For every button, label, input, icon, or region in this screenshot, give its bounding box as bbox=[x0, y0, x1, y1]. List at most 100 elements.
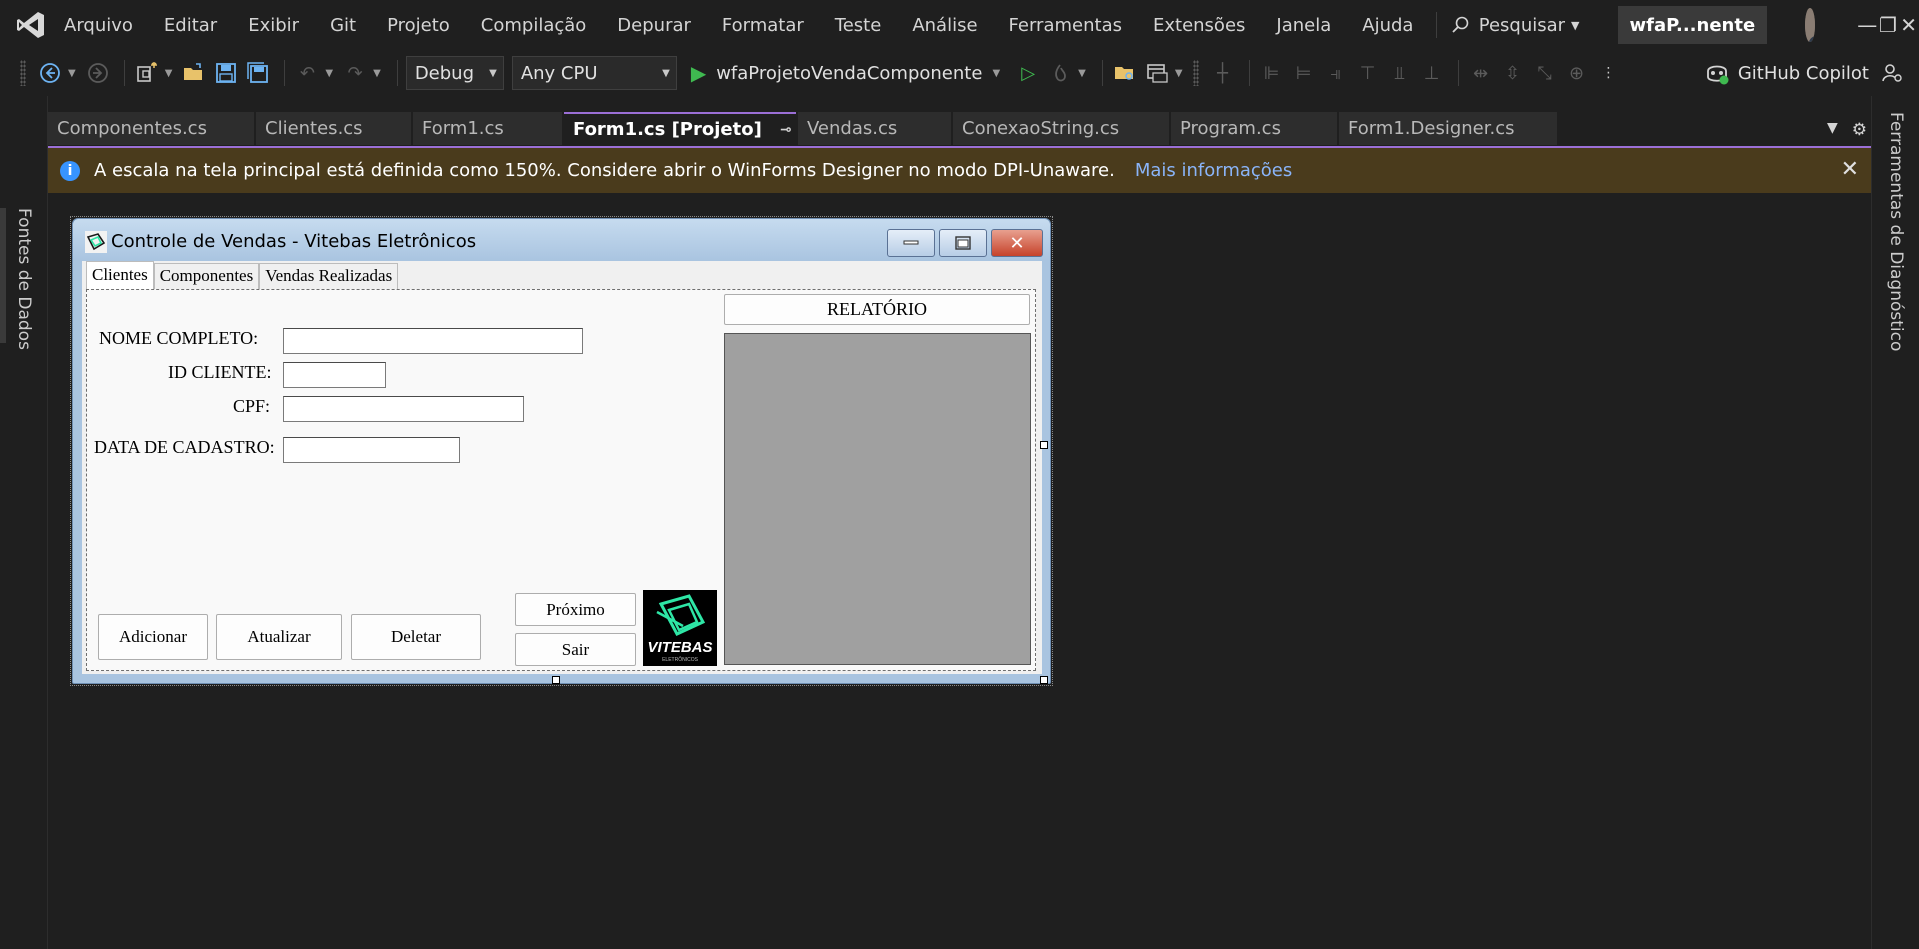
chevron-down-icon[interactable]: ▼ bbox=[992, 68, 1000, 79]
make-same-height-icon[interactable]: ⇳ bbox=[1499, 59, 1527, 87]
gear-icon[interactable]: ⚙ bbox=[1852, 120, 1867, 140]
start-debugging-button[interactable]: ▶ wfaProjetoVendaComponente ▼ bbox=[691, 61, 1008, 85]
menu-extensoes[interactable]: Extensões bbox=[1153, 15, 1245, 36]
logo-text: VITEBAS bbox=[647, 639, 712, 656]
solution-explorer-folder-icon[interactable] bbox=[1111, 59, 1139, 87]
toolbar-grip[interactable] bbox=[1192, 60, 1199, 86]
solution-configuration-select[interactable]: Debug ▼ bbox=[405, 56, 504, 90]
chevron-down-icon[interactable]: ▼ bbox=[325, 68, 333, 79]
form-title: Controle de Vendas - Vitebas Eletrônicos bbox=[111, 231, 477, 252]
menu-ferramentas[interactable]: Ferramentas bbox=[1009, 15, 1122, 36]
menu-git[interactable]: Git bbox=[330, 15, 356, 36]
menu-formatar[interactable]: Formatar bbox=[722, 15, 804, 36]
form-tab-componentes[interactable]: Componentes bbox=[153, 263, 260, 289]
navigate-forward-icon[interactable] bbox=[84, 59, 112, 87]
menu-editar[interactable]: Editar bbox=[164, 15, 217, 36]
chevron-down-icon[interactable]: ▼ bbox=[165, 68, 173, 79]
deletar-button[interactable]: Deletar bbox=[351, 614, 481, 660]
align-to-grid-icon[interactable]: ┼ bbox=[1209, 59, 1237, 87]
align-lefts-icon[interactable]: ⊫ bbox=[1258, 59, 1286, 87]
account-settings-icon[interactable] bbox=[1881, 62, 1903, 84]
avatar[interactable] bbox=[1805, 8, 1815, 42]
proximo-button[interactable]: Próximo bbox=[515, 593, 636, 626]
navigate-back-icon[interactable] bbox=[36, 59, 64, 87]
nome-completo-input[interactable] bbox=[283, 328, 583, 354]
menu-compilacao[interactable]: Compilação bbox=[481, 15, 587, 36]
visual-studio-logo-icon[interactable] bbox=[16, 9, 46, 41]
tab-program-cs[interactable]: Program.cs bbox=[1171, 112, 1337, 145]
chevron-down-icon[interactable]: ▼ bbox=[68, 68, 76, 79]
toolbar-separator bbox=[123, 60, 125, 86]
align-rights-icon[interactable]: ⫣ bbox=[1322, 59, 1350, 87]
resize-handle-bottom[interactable] bbox=[552, 676, 560, 684]
tab-form1-cs[interactable]: Form1.cs bbox=[413, 112, 562, 145]
start-without-debugging-icon[interactable]: ▷ bbox=[1014, 59, 1042, 87]
search-box[interactable]: Pesquisar ▼ bbox=[1451, 15, 1580, 36]
menu-teste[interactable]: Teste bbox=[835, 15, 882, 36]
tab-componentes-cs[interactable]: Componentes.cs bbox=[48, 112, 254, 145]
tab-form1-cs-projeto[interactable]: Form1.cs [Projeto] ⊸ ✕ bbox=[564, 112, 821, 145]
tab-form1-designer-cs[interactable]: Form1.Designer.cs bbox=[1339, 112, 1557, 145]
tab-clientes-cs[interactable]: Clientes.cs bbox=[256, 112, 411, 145]
resize-handle-bottom-right[interactable] bbox=[1040, 676, 1048, 684]
solution-name-badge[interactable]: wfaP...nente bbox=[1617, 6, 1768, 44]
make-same-width-icon[interactable]: ⇹ bbox=[1467, 59, 1495, 87]
atualizar-button[interactable]: Atualizar bbox=[216, 614, 342, 660]
toolbar-grip[interactable] bbox=[20, 60, 26, 86]
menu-janela[interactable]: Janela bbox=[1276, 15, 1331, 36]
close-window-icon[interactable]: ✕ bbox=[1898, 0, 1919, 50]
menu-exibir[interactable]: Exibir bbox=[248, 15, 299, 36]
solution-platform-select[interactable]: Any CPU ▼ bbox=[511, 56, 677, 90]
restore-window-icon[interactable]: ❐ bbox=[1878, 0, 1899, 50]
save-all-icon[interactable] bbox=[244, 59, 272, 87]
toolbar-overflow-icon[interactable]: ⋮ bbox=[1595, 59, 1623, 87]
resize-handle-right[interactable] bbox=[1040, 441, 1048, 449]
more-info-link[interactable]: Mais informações bbox=[1135, 160, 1292, 181]
tab-list-dropdown-icon[interactable]: ▼ bbox=[1827, 120, 1838, 140]
menu-arquivo[interactable]: Arquivo bbox=[64, 15, 133, 36]
menu-projeto[interactable]: Projeto bbox=[387, 15, 450, 36]
pin-tab-icon[interactable]: ⊸ bbox=[780, 122, 792, 138]
chevron-down-icon[interactable]: ▼ bbox=[373, 68, 381, 79]
winform-window[interactable]: Controle de Vendas - Vitebas Eletrônicos… bbox=[72, 218, 1051, 684]
align-centers-icon[interactable]: ⊨ bbox=[1290, 59, 1318, 87]
align-bottoms-icon[interactable]: ⊥ bbox=[1418, 59, 1446, 87]
form-close-button[interactable]: ✕ bbox=[991, 229, 1043, 257]
relatorio-button[interactable]: RELATÓRIO bbox=[724, 294, 1030, 325]
save-icon[interactable] bbox=[212, 59, 240, 87]
form-minimize-button[interactable] bbox=[887, 229, 935, 257]
data-sources-panel-tab[interactable]: Fontes de Dados bbox=[14, 208, 34, 350]
align-tops-icon[interactable]: ⊤ bbox=[1354, 59, 1382, 87]
minimize-window-icon[interactable]: — bbox=[1857, 0, 1878, 50]
open-file-icon[interactable] bbox=[180, 59, 208, 87]
chevron-down-icon[interactable]: ▼ bbox=[1078, 68, 1086, 79]
window-layout-icon[interactable] bbox=[1143, 59, 1171, 87]
chevron-down-icon[interactable]: ▼ bbox=[1175, 68, 1183, 79]
sair-button[interactable]: Sair bbox=[515, 633, 636, 666]
adicionar-button[interactable]: Adicionar bbox=[98, 614, 208, 660]
github-copilot-button[interactable]: GitHub Copilot bbox=[1704, 50, 1903, 96]
align-middles-icon[interactable]: ⫫ bbox=[1386, 59, 1414, 87]
hot-reload-icon[interactable] bbox=[1046, 59, 1074, 87]
tab-vendas-cs[interactable]: Vendas.cs bbox=[798, 112, 951, 145]
new-project-icon[interactable] bbox=[133, 59, 161, 87]
form-tab-vendas-realizadas[interactable]: Vendas Realizadas bbox=[259, 263, 399, 289]
diagnostic-tools-panel-tab[interactable]: Ferramentas de Diagnóstico bbox=[1886, 112, 1906, 351]
undo-icon[interactable]: ↶ bbox=[293, 59, 321, 87]
info-message: A escala na tela principal está definida… bbox=[94, 160, 1115, 181]
close-icon[interactable]: ✕ bbox=[1841, 157, 1859, 182]
id-cliente-input[interactable] bbox=[283, 362, 386, 388]
menu-analise[interactable]: Análise bbox=[912, 15, 977, 36]
zoom-icon[interactable]: ⊕ bbox=[1563, 59, 1591, 87]
menu-depurar[interactable]: Depurar bbox=[617, 15, 691, 36]
cpf-input[interactable] bbox=[283, 396, 524, 422]
id-cliente-label: ID CLIENTE: bbox=[168, 362, 272, 382]
data-cadastro-input[interactable] bbox=[283, 437, 460, 463]
form-maximize-button[interactable] bbox=[939, 229, 987, 257]
menu-ajuda[interactable]: Ajuda bbox=[1362, 15, 1413, 36]
size-to-grid-icon[interactable]: ⤡ bbox=[1531, 59, 1559, 87]
redo-icon[interactable]: ↷ bbox=[341, 59, 369, 87]
toolbar-separator bbox=[1457, 60, 1459, 86]
tab-conexaostring-cs[interactable]: ConexaoString.cs bbox=[953, 112, 1169, 145]
form-tab-clientes[interactable]: Clientes bbox=[86, 261, 154, 289]
